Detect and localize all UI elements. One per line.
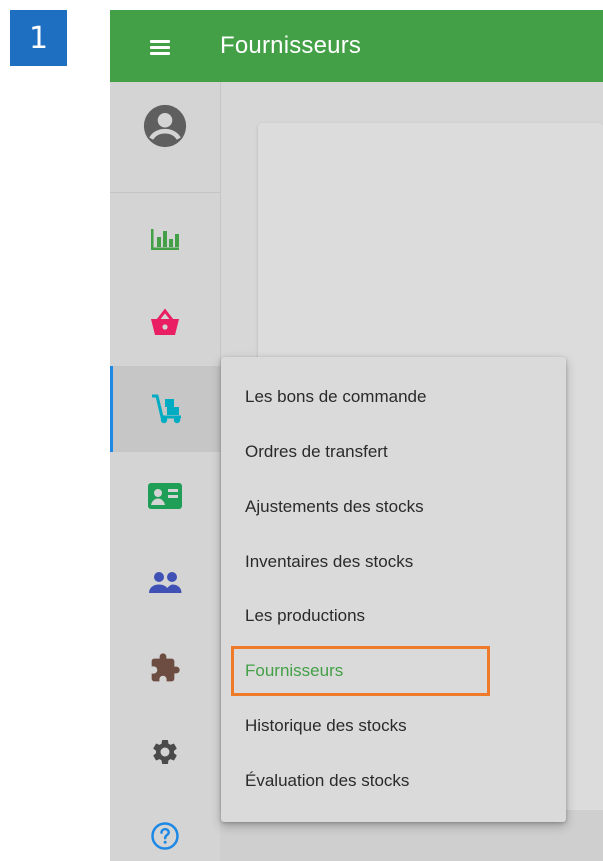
- menu-item-stock-adjustments[interactable]: Ajustements des stocks: [245, 492, 424, 522]
- highlight-box-suppliers: [231, 646, 490, 696]
- hand-truck-icon: [151, 394, 181, 424]
- help-circle-icon: [151, 822, 179, 850]
- menu-item-purchase-orders[interactable]: Les bons de commande: [245, 382, 426, 412]
- sidebar-item-integrations[interactable]: [110, 640, 220, 696]
- menu-icon[interactable]: [150, 34, 184, 58]
- sidebar-item-reports[interactable]: [110, 210, 220, 266]
- sidebar-item-settings[interactable]: [110, 724, 220, 780]
- sidebar: [110, 82, 221, 861]
- sidebar-item-account[interactable]: [110, 98, 220, 154]
- top-app-bar: Fournisseurs: [110, 10, 603, 82]
- people-icon: [149, 572, 182, 593]
- menu-item-inventory-valuation[interactable]: Évaluation des stocks: [245, 766, 409, 796]
- menu-item-transfer-orders[interactable]: Ordres de transfert: [245, 437, 388, 467]
- sidebar-divider: [110, 192, 220, 193]
- gear-icon: [153, 739, 177, 764]
- menu-item-inventory-counts[interactable]: Inventaires des stocks: [245, 547, 413, 577]
- account-circle-icon: [143, 104, 187, 148]
- step-number-badge: 1: [10, 10, 67, 66]
- sidebar-item-help[interactable]: [110, 808, 220, 861]
- bar-chart-icon: [151, 229, 179, 250]
- sidebar-item-inventory[interactable]: [110, 366, 220, 452]
- id-card-icon: [148, 483, 182, 509]
- menu-item-inventory-history[interactable]: Historique des stocks: [245, 711, 407, 741]
- puzzle-icon: [151, 653, 180, 682]
- sidebar-item-sales[interactable]: [110, 294, 220, 350]
- menu-item-productions[interactable]: Les productions: [245, 601, 365, 631]
- basket-icon: [151, 308, 179, 335]
- inventory-dropdown-menu: Les bons de commande Ordres de transfert…: [221, 357, 566, 822]
- page-title: Fournisseurs: [220, 32, 362, 59]
- sidebar-item-customers[interactable]: [110, 468, 220, 524]
- sidebar-item-employees[interactable]: [110, 554, 220, 610]
